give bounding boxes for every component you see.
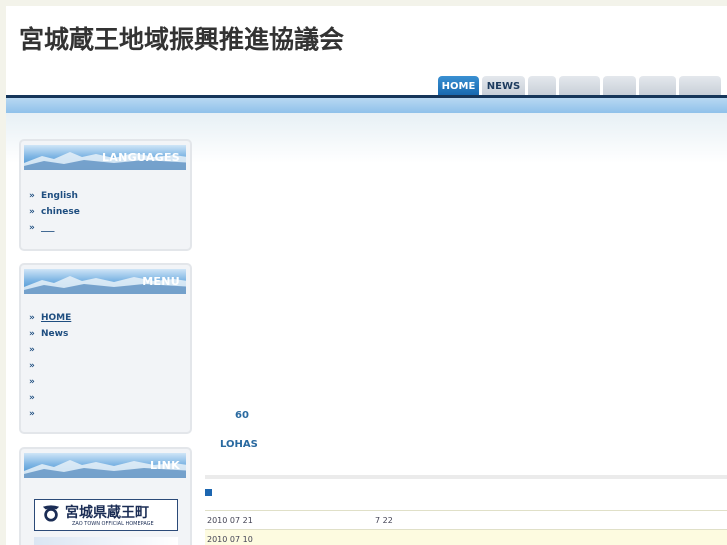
header-band: [6, 98, 727, 113]
menu-item-news[interactable]: » News: [29, 326, 190, 342]
language-item-3[interactable]: » ___: [29, 220, 190, 236]
news-title[interactable]: 7 22: [375, 516, 393, 525]
menu-title: MENU: [142, 275, 180, 288]
tab-5[interactable]: [603, 76, 636, 96]
menu-item-home[interactable]: » HOME: [29, 310, 190, 326]
banner-town-name: 宮城県蔵王町: [65, 505, 149, 521]
town-emblem-icon: [42, 505, 60, 522]
link-header: LINK: [24, 453, 186, 478]
main-nav: HOME NEWS: [438, 76, 721, 96]
tab-home[interactable]: HOME: [438, 76, 479, 96]
menu-item-4[interactable]: »: [29, 358, 190, 374]
menu-item-3[interactable]: »: [29, 342, 190, 358]
tab-6[interactable]: [639, 76, 676, 96]
languages-title: LANGUAGES: [101, 151, 180, 164]
languages-header: LANGUAGES: [24, 145, 186, 170]
news-divider: [205, 475, 727, 479]
news-section-marker-icon: [205, 489, 212, 496]
link-panel: LINK 宮城県蔵王町 ZAO TOWN OFFICIAL HOMEPAGE: [19, 447, 192, 545]
site-title: 宮城蔵王地域振興推進協議会: [19, 25, 345, 54]
main-text-60: 60: [235, 410, 249, 421]
menu-item-7[interactable]: »: [29, 406, 190, 422]
page: 宮城蔵王地域振興推進協議会 HOME NEWS LANGUAGES » Engli…: [6, 6, 727, 545]
tab-news[interactable]: NEWS: [482, 76, 525, 96]
news-row[interactable]: 2010 07 10: [205, 529, 727, 545]
menu-item-5[interactable]: »: [29, 374, 190, 390]
link-title: LINK: [149, 459, 180, 472]
news-row[interactable]: 2010 07 21 7 22: [205, 510, 727, 529]
tab-3[interactable]: [528, 76, 556, 96]
menu-header: MENU: [24, 269, 186, 294]
tab-7[interactable]: [679, 76, 721, 96]
zao-town-banner-link[interactable]: 宮城県蔵王町 ZAO TOWN OFFICIAL HOMEPAGE: [34, 499, 178, 531]
language-item-chinese[interactable]: » chinese: [29, 204, 190, 220]
banner-subtitle: ZAO TOWN OFFICIAL HOMEPAGE: [72, 521, 154, 527]
languages-panel: LANGUAGES » English » chinese » ___: [19, 139, 192, 251]
news-date: 2010 07 21: [207, 515, 253, 525]
main-text-lohas: LOHAS: [220, 439, 258, 450]
language-item-english[interactable]: » English: [29, 188, 190, 204]
menu-panel: MENU » HOME » News » » » » »: [19, 263, 192, 434]
news-date: 2010 07 10: [207, 534, 253, 544]
menu-item-6[interactable]: »: [29, 390, 190, 406]
second-banner-link[interactable]: [34, 537, 178, 545]
tab-4[interactable]: [559, 76, 600, 96]
